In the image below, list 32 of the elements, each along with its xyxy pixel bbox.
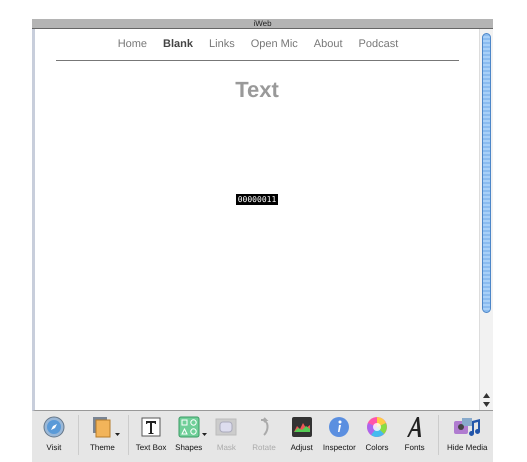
folder-icon [91,416,114,438]
scrollbar[interactable] [479,29,493,410]
id-label: 00000011 [236,194,278,205]
window-title: iWeb [253,19,272,28]
mask-icon [215,416,238,438]
nav-link[interactable]: Podcast [358,37,398,51]
toolbar-button[interactable]: Text Box [133,415,169,452]
text-box-icon [140,416,162,438]
shapes-icon [178,416,200,438]
toolbar-button[interactable]: Visit [36,415,72,452]
histogram-icon [290,416,313,438]
toolbar-button[interactable]: Inspector [322,415,358,452]
toolbar-button[interactable]: Adjust [284,415,320,452]
compass-icon [42,416,65,438]
toolbar-button[interactable]: Fonts [396,415,432,452]
toolbar-button[interactable]: Colors [359,415,395,452]
rotate-icon [260,417,269,437]
nav-link[interactable]: Blank [163,37,194,51]
media-icon [452,416,482,438]
scrollbar-thumb[interactable] [482,33,491,313]
scroll-up-icon[interactable] [483,393,490,398]
nav-link[interactable]: Links [209,37,235,51]
info-icon [328,416,350,438]
toolbar-button[interactable]: Theme [82,415,122,452]
nav-link[interactable]: Open Mic [250,37,298,51]
nav-link[interactable]: About [314,37,343,51]
toolbar-button[interactable]: Shapes [170,415,207,452]
nav-link[interactable]: Home [118,37,148,51]
color-wheel-icon [366,416,388,438]
scroll-down-icon[interactable] [483,402,490,407]
toolbar-button[interactable]: Hide Media [443,415,491,452]
page-heading: Text [235,77,279,103]
